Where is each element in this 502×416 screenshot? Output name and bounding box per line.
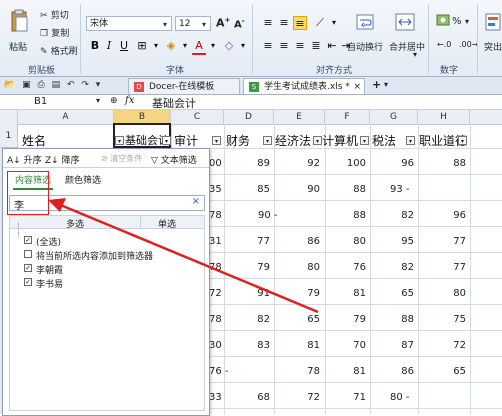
annotation-arrow-icon bbox=[48, 198, 319, 314]
